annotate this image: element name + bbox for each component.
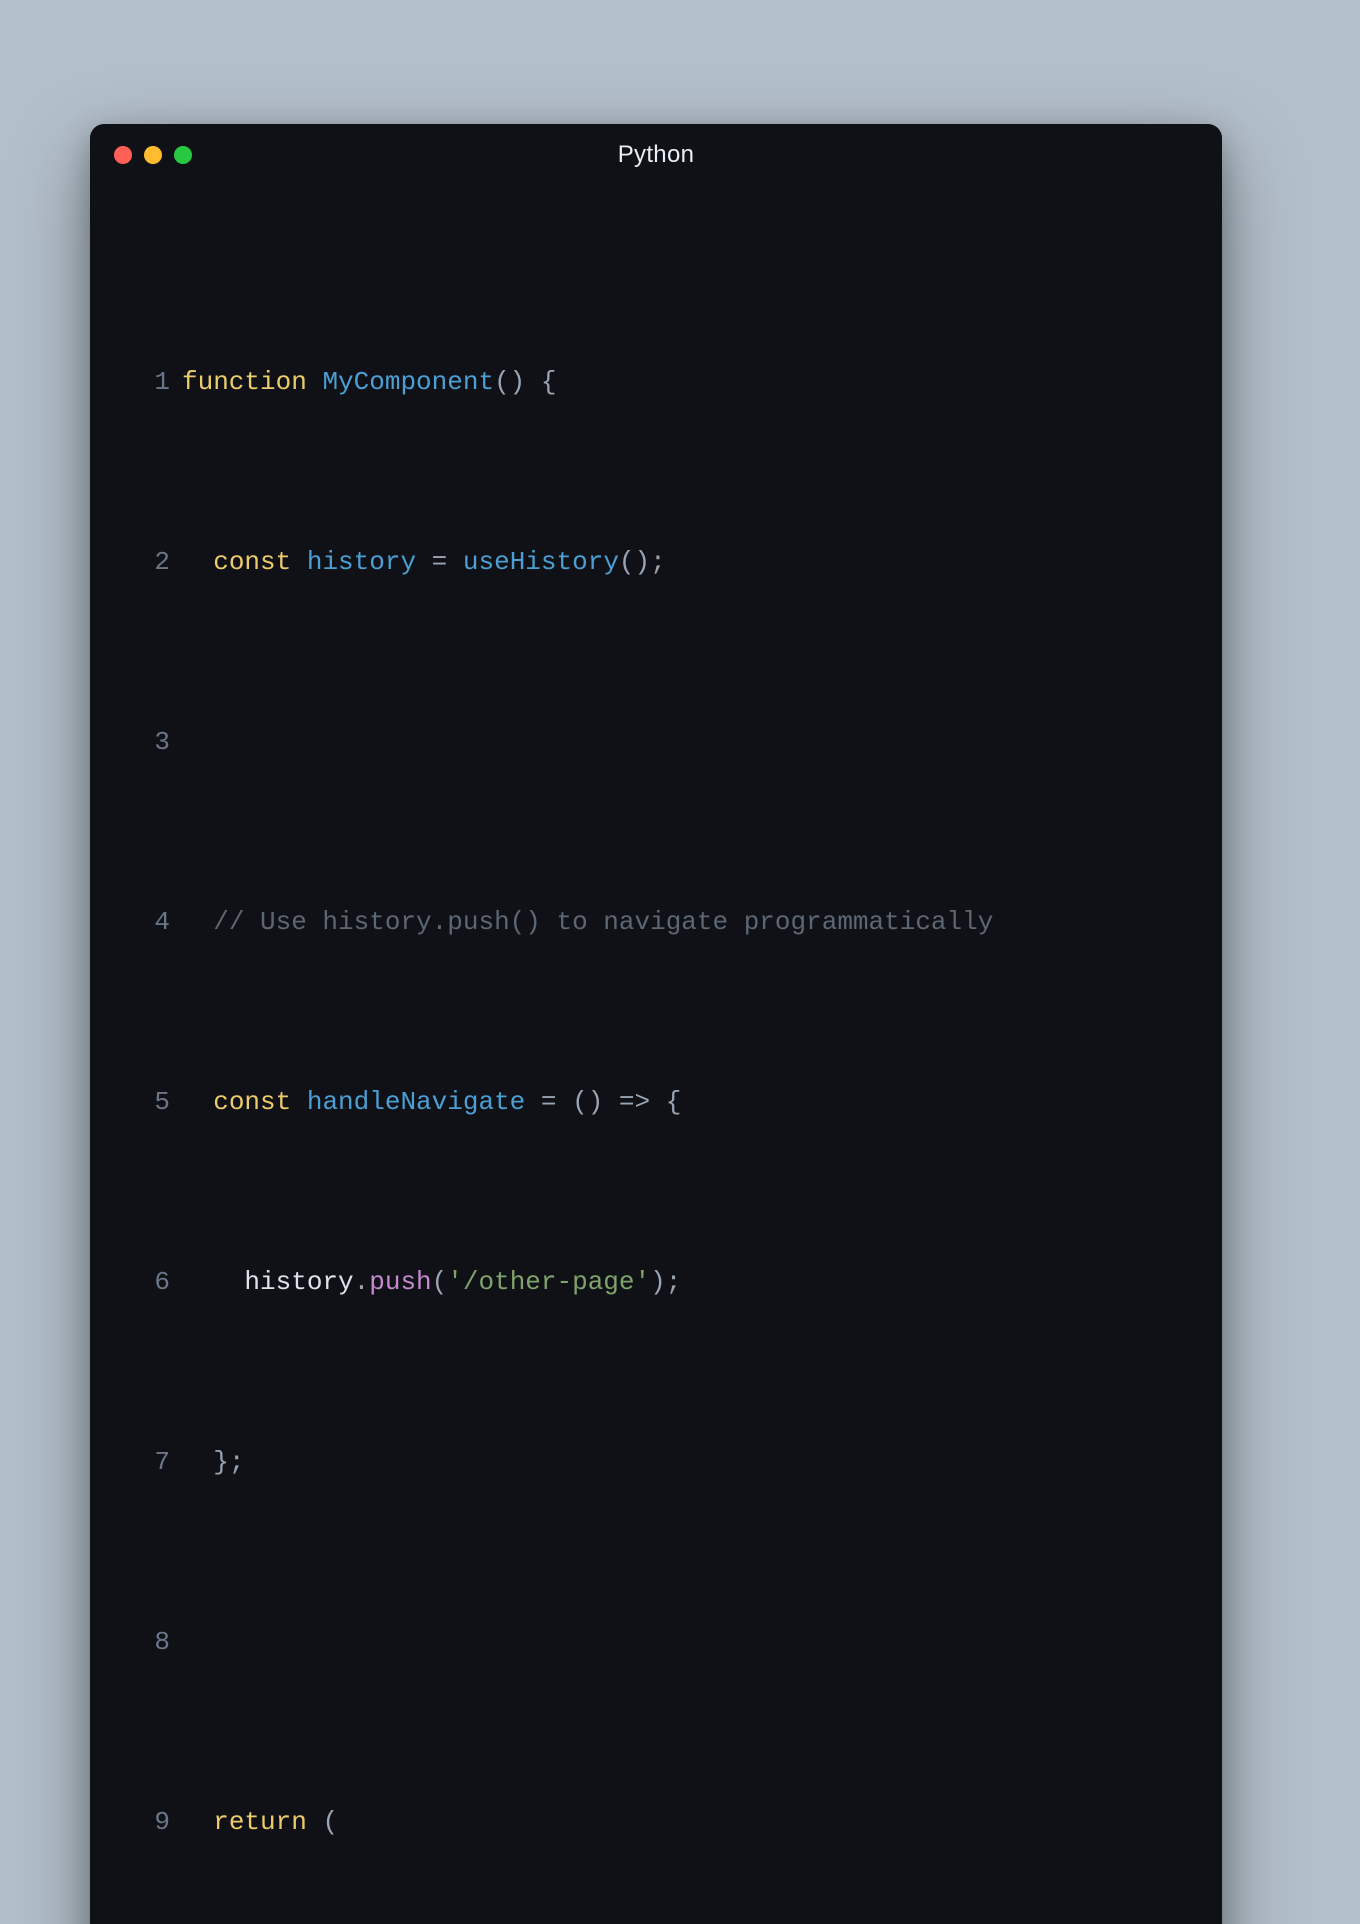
code-content: history.push('/other-page'); bbox=[182, 1264, 1182, 1300]
code-content: return ( bbox=[182, 1804, 1182, 1840]
line-number: 7 bbox=[130, 1444, 170, 1480]
line-number: 3 bbox=[130, 724, 170, 760]
minimize-icon[interactable] bbox=[144, 146, 162, 164]
close-icon[interactable] bbox=[114, 146, 132, 164]
window-title: Python bbox=[618, 141, 695, 169]
line-number: 4 bbox=[130, 904, 170, 940]
zoom-icon[interactable] bbox=[174, 146, 192, 164]
window-controls bbox=[114, 146, 192, 164]
line-number: 1 bbox=[130, 364, 170, 400]
code-window: Python 1 function MyComponent() { 2 cons… bbox=[90, 124, 1222, 1924]
line-number: 8 bbox=[130, 1624, 170, 1660]
code-line: 6 history.push('/other-page'); bbox=[130, 1264, 1182, 1300]
line-number: 6 bbox=[130, 1264, 170, 1300]
code-line: 7 }; bbox=[130, 1444, 1182, 1480]
code-line: 9 return ( bbox=[130, 1804, 1182, 1840]
code-content: }; bbox=[182, 1444, 1182, 1480]
titlebar: Python bbox=[90, 124, 1222, 186]
code-line: 5 const handleNavigate = () => { bbox=[130, 1084, 1182, 1120]
line-number: 5 bbox=[130, 1084, 170, 1120]
code-line: 4 // Use history.push() to navigate prog… bbox=[130, 904, 1182, 940]
code-line: 3 bbox=[130, 724, 1182, 760]
code-line: 8 bbox=[130, 1624, 1182, 1660]
line-number: 9 bbox=[130, 1804, 170, 1840]
code-content: // Use history.push() to navigate progra… bbox=[182, 904, 1182, 940]
code-content: const handleNavigate = () => { bbox=[182, 1084, 1182, 1120]
line-number: 2 bbox=[130, 544, 170, 580]
code-content: function MyComponent() { bbox=[182, 364, 1182, 400]
code-line: 1 function MyComponent() { bbox=[130, 364, 1182, 400]
code-editor[interactable]: 1 function MyComponent() { 2 const histo… bbox=[90, 186, 1222, 1924]
code-content: const history = useHistory(); bbox=[182, 544, 1182, 580]
code-line: 2 const history = useHistory(); bbox=[130, 544, 1182, 580]
